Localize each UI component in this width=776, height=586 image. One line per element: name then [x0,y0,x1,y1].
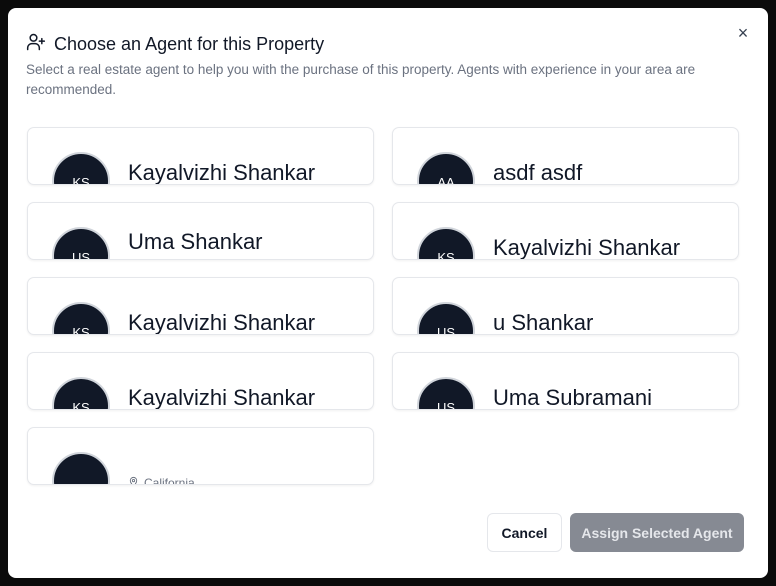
avatar: KS [52,302,110,334]
avatar: KS [417,227,475,259]
agent-name: Kayalvizhi Shankar [493,235,681,260]
agent-card[interactable]: KS Kayalvizhi Shankar [392,202,739,260]
choose-agent-dialog: Choose an Agent for this Property × Sele… [8,8,768,578]
avatar [52,452,110,484]
avatar: KS [52,377,110,409]
agent-card[interactable]: AA asdf asdf [392,127,739,185]
dialog-description: Select a real estate agent to help you w… [26,62,696,97]
dialog-title: Choose an Agent for this Property [26,32,324,57]
user-plus-icon [26,32,46,57]
agent-name: u Shankar [493,310,594,335]
close-icon[interactable]: × [734,24,752,42]
map-pin-icon [128,476,139,484]
agent-name: Kayalvizhi Shankar [128,385,316,410]
avatar: US [417,302,475,334]
agent-name: Kayalvizhi Shankar [128,310,316,335]
avatar: KS [52,152,110,184]
agent-card[interactable]: California [27,427,374,485]
agent-card[interactable]: US Uma Subramani [392,352,739,410]
agent-name: asdf asdf [493,160,583,185]
agent-card[interactable]: KS Kayalvizhi Shankar [27,127,374,185]
location-text: California [144,476,195,485]
cancel-button[interactable]: Cancel [487,513,562,552]
avatar: US [417,377,475,409]
avatar: AA [417,152,475,184]
agent-name: Kayalvizhi Shankar [128,160,316,185]
dialog-title-text: Choose an Agent for this Property [54,34,325,54]
agent-name: Uma Shankar Subramani [128,229,263,259]
agent-name: Uma Subramani [493,385,652,410]
avatar: US [52,227,110,259]
agent-location: California [128,476,195,485]
agent-card[interactable]: US Uma Shankar Subramani [27,202,374,260]
agent-card[interactable]: US u Shankar [392,277,739,335]
assign-selected-agent-button[interactable]: Assign Selected Agent [570,513,744,552]
agent-list: KS Kayalvizhi Shankar AA asdf asdf US Uma S… [27,127,740,485]
agent-card[interactable]: KS Kayalvizhi Shankar [27,277,374,335]
agent-card[interactable]: KS Kayalvizhi Shankar [27,352,374,410]
